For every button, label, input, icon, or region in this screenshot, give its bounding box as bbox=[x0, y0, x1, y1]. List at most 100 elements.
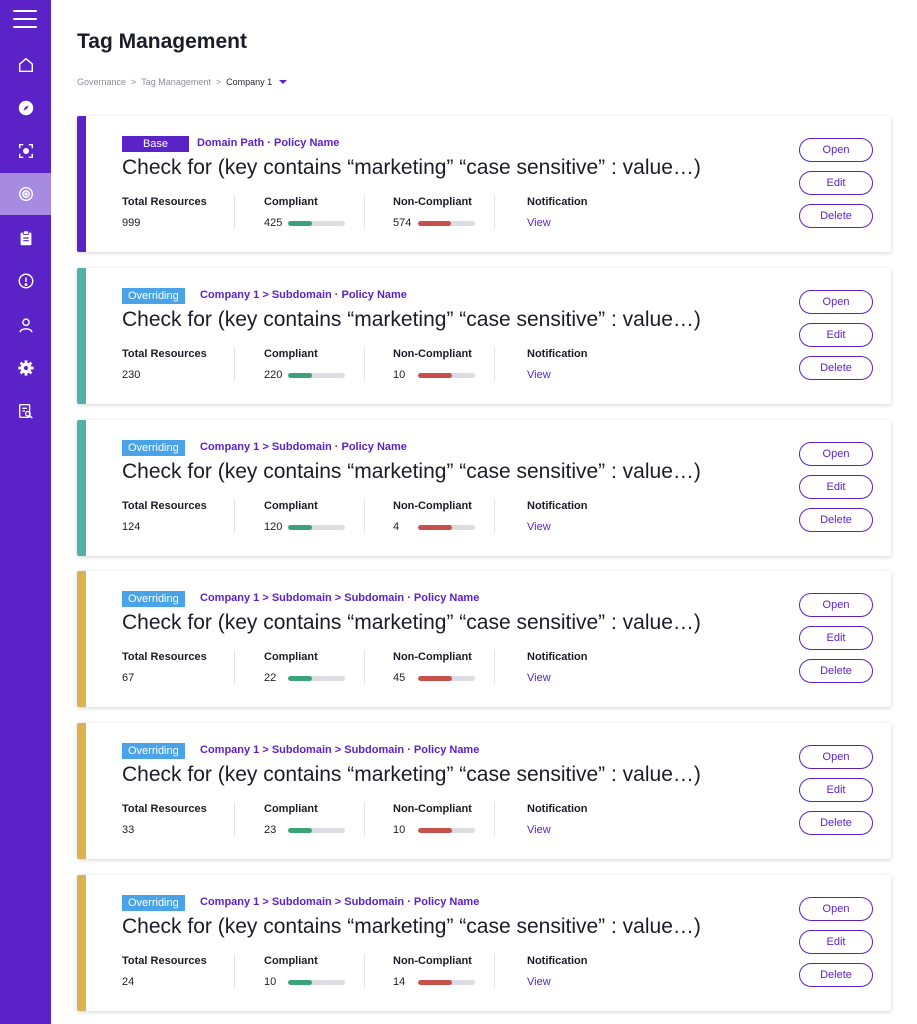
compliant-progress-fill bbox=[288, 373, 312, 378]
non-compliant-progress-fill bbox=[418, 525, 453, 530]
non-compliant-progress-fill bbox=[418, 676, 453, 681]
gear-icon[interactable] bbox=[0, 349, 51, 387]
non-compliant-label: Non-Compliant bbox=[393, 196, 472, 208]
report-search-icon[interactable] bbox=[0, 392, 51, 430]
divider bbox=[494, 954, 495, 988]
compliant-progress-bar bbox=[288, 828, 345, 833]
open-button[interactable]: Open bbox=[799, 745, 873, 769]
notification-view-link[interactable]: View bbox=[527, 976, 551, 988]
edit-button[interactable]: Edit bbox=[799, 323, 873, 347]
divider bbox=[364, 347, 365, 381]
clipboard-icon[interactable] bbox=[0, 219, 51, 257]
open-button[interactable]: Open bbox=[799, 593, 873, 617]
compliant-progress-fill bbox=[288, 828, 312, 833]
policy-check: Check for (key contains “marketing” “cas… bbox=[122, 308, 701, 331]
policy-path[interactable]: Company 1 > Subdomain · Policy Name bbox=[200, 289, 407, 301]
total-resources-label: Total Resources bbox=[122, 803, 207, 815]
non-compliant-progress-bar bbox=[418, 980, 475, 985]
policy-path[interactable]: Company 1 > Subdomain > Subdomain · Poli… bbox=[200, 592, 479, 604]
delete-button[interactable]: Delete bbox=[799, 508, 873, 532]
open-button[interactable]: Open bbox=[799, 290, 873, 314]
compliant-progress-fill bbox=[288, 980, 312, 985]
compliant-value: 23 bbox=[264, 824, 277, 836]
non-compliant-value: 45 bbox=[393, 672, 406, 684]
policy-check: Check for (key contains “marketing” “cas… bbox=[122, 915, 701, 938]
delete-button[interactable]: Delete bbox=[799, 811, 873, 835]
total-resources-value: 24 bbox=[122, 976, 135, 988]
open-button[interactable]: Open bbox=[799, 897, 873, 921]
compliant-value: 425 bbox=[264, 217, 283, 229]
divider bbox=[234, 802, 235, 836]
compliant-label: Compliant bbox=[264, 500, 318, 512]
breadcrumb-item-company[interactable]: Company 1 bbox=[226, 77, 272, 87]
divider bbox=[364, 650, 365, 684]
non-compliant-value: 10 bbox=[393, 824, 406, 836]
edit-button[interactable]: Edit bbox=[799, 778, 873, 802]
compliant-label: Compliant bbox=[264, 803, 318, 815]
delete-button[interactable]: Delete bbox=[799, 356, 873, 380]
delete-button[interactable]: Delete bbox=[799, 659, 873, 683]
policy-type-tag: Overriding bbox=[122, 288, 185, 304]
non-compliant-label: Non-Compliant bbox=[393, 348, 472, 360]
notification-view-link[interactable]: View bbox=[527, 369, 551, 381]
home-icon[interactable] bbox=[0, 46, 51, 84]
chevron-down-icon[interactable] bbox=[279, 80, 288, 84]
edit-button[interactable]: Edit bbox=[799, 475, 873, 499]
main-content: Tag Management Governance > Tag Manageme… bbox=[51, 0, 917, 1024]
delete-button[interactable]: Delete bbox=[799, 963, 873, 987]
non-compliant-progress-fill bbox=[418, 828, 453, 833]
compliant-progress-fill bbox=[288, 221, 313, 226]
policy-card: Overriding Company 1 > Subdomain > Subdo… bbox=[77, 875, 891, 1011]
policy-card: Overriding Company 1 > Subdomain · Polic… bbox=[77, 420, 891, 556]
compliant-progress-fill bbox=[288, 525, 312, 530]
compliant-value: 220 bbox=[264, 369, 283, 381]
edit-button[interactable]: Edit bbox=[799, 171, 873, 195]
user-icon[interactable] bbox=[0, 306, 51, 344]
menu-icon[interactable] bbox=[13, 10, 37, 30]
divider bbox=[364, 802, 365, 836]
policy-check: Check for (key contains “marketing” “cas… bbox=[122, 156, 701, 179]
notification-label: Notification bbox=[527, 348, 588, 360]
edit-button[interactable]: Edit bbox=[799, 626, 873, 650]
compliant-value: 10 bbox=[264, 976, 277, 988]
compliant-label: Compliant bbox=[264, 651, 318, 663]
non-compliant-progress-bar bbox=[418, 676, 475, 681]
non-compliant-label: Non-Compliant bbox=[393, 955, 472, 967]
compass-icon[interactable] bbox=[0, 89, 51, 127]
breadcrumb-item-governance[interactable]: Governance bbox=[77, 77, 126, 87]
notification-view-link[interactable]: View bbox=[527, 217, 551, 229]
compliant-progress-bar bbox=[288, 221, 345, 226]
edit-button[interactable]: Edit bbox=[799, 930, 873, 954]
policy-type-tag: Overriding bbox=[122, 591, 185, 607]
alert-icon[interactable] bbox=[0, 262, 51, 300]
policy-path[interactable]: Domain Path · Policy Name bbox=[197, 137, 339, 149]
notification-view-link[interactable]: View bbox=[527, 824, 551, 836]
scan-icon[interactable] bbox=[0, 132, 51, 170]
notification-view-link[interactable]: View bbox=[527, 672, 551, 684]
policy-path[interactable]: Company 1 > Subdomain · Policy Name bbox=[200, 441, 407, 453]
card-accent-bar bbox=[77, 116, 86, 252]
policy-path[interactable]: Company 1 > Subdomain > Subdomain · Poli… bbox=[200, 744, 479, 756]
notification-label: Notification bbox=[527, 803, 588, 815]
total-resources-value: 230 bbox=[122, 369, 141, 381]
notification-label: Notification bbox=[527, 955, 588, 967]
total-resources-label: Total Resources bbox=[122, 348, 207, 360]
sidebar bbox=[0, 0, 51, 1024]
non-compliant-label: Non-Compliant bbox=[393, 651, 472, 663]
open-button[interactable]: Open bbox=[799, 138, 873, 162]
open-button[interactable]: Open bbox=[799, 442, 873, 466]
delete-button[interactable]: Delete bbox=[799, 204, 873, 228]
total-resources-value: 999 bbox=[122, 217, 141, 229]
policy-check: Check for (key contains “marketing” “cas… bbox=[122, 611, 701, 634]
target-icon[interactable] bbox=[0, 173, 51, 215]
policy-path[interactable]: Company 1 > Subdomain > Subdomain · Poli… bbox=[200, 896, 479, 908]
compliant-value: 120 bbox=[264, 521, 283, 533]
compliant-progress-bar bbox=[288, 373, 345, 378]
breadcrumb-separator: > bbox=[131, 77, 137, 87]
divider bbox=[494, 347, 495, 381]
policy-check: Check for (key contains “marketing” “cas… bbox=[122, 460, 701, 483]
policy-check: Check for (key contains “marketing” “cas… bbox=[122, 763, 701, 786]
notification-view-link[interactable]: View bbox=[527, 521, 551, 533]
policy-card: Base Domain Path · Policy Name Check for… bbox=[77, 116, 891, 252]
breadcrumb-item-tag-management[interactable]: Tag Management bbox=[141, 77, 211, 87]
